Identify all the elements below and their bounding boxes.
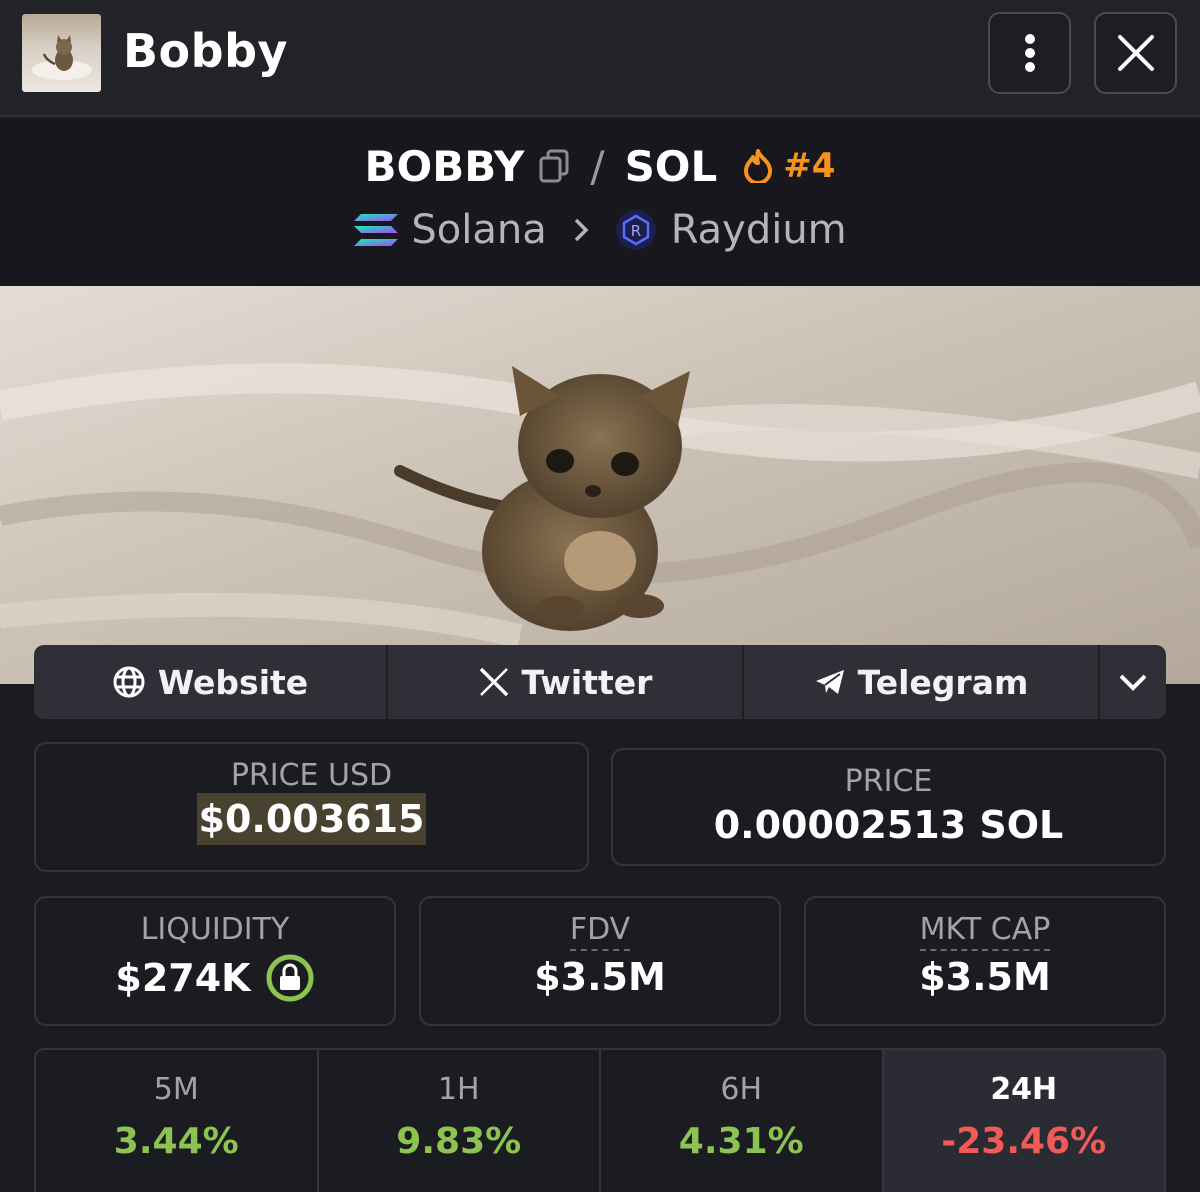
base-token-symbol: BOBBY (364, 141, 525, 191)
close-icon (1117, 35, 1154, 71)
quote-token-symbol: SOL (624, 141, 718, 191)
price-usd-value: $0.003615 (196, 793, 427, 845)
price-usd-card: PRICE USD $0.003615 (34, 742, 589, 872)
svg-text:R: R (631, 222, 641, 240)
website-link[interactable]: Website (34, 645, 388, 719)
chevron-down-icon (1119, 674, 1147, 691)
flame-icon (744, 149, 773, 183)
social-links-bar: Website Twitter Telegram (34, 645, 1166, 719)
price-change-tabs: 5M 3.44% 1H 9.83% 6H 4.31% 24H -23.46% (34, 1048, 1166, 1192)
solana-icon (354, 214, 399, 246)
change-6h-label: 6H (720, 1072, 763, 1107)
pair-info: BOBBY / SOL #4 Solana R Raydium (0, 119, 1200, 286)
change-24h-label: 24H (990, 1072, 1058, 1107)
price-usd-label: PRICE USD (230, 758, 393, 793)
copy-icon[interactable] (538, 149, 570, 183)
chevron-right-icon (574, 218, 589, 242)
telegram-icon (815, 670, 844, 694)
twitter-link[interactable]: Twitter (388, 645, 744, 719)
tab-6h[interactable]: 6H 4.31% (601, 1050, 884, 1192)
x-icon (479, 667, 508, 697)
price-native-value: 0.00002513 SOL (713, 803, 1064, 847)
trending-rank: #4 (783, 146, 836, 186)
change-5m-label: 5M (153, 1072, 199, 1107)
website-label: Website (157, 662, 309, 702)
change-6h-value: 4.31% (678, 1121, 804, 1162)
price-native-card: PRICE 0.00002513 SOL (611, 748, 1166, 866)
telegram-label: Telegram (857, 662, 1029, 702)
twitter-label: Twitter (521, 662, 653, 702)
chain-breadcrumb: Solana R Raydium (0, 202, 1200, 258)
change-24h-value: -23.46% (941, 1121, 1107, 1162)
more-options-button[interactable] (988, 12, 1071, 94)
app-title: Bobby (123, 24, 289, 78)
tab-24h[interactable]: 24H -23.46% (883, 1050, 1164, 1192)
fdv-label[interactable]: FDV (569, 912, 631, 951)
fdv-value: $3.5M (534, 955, 666, 999)
pair-title: BOBBY / SOL #4 (0, 141, 1200, 191)
close-button[interactable] (1094, 12, 1177, 94)
mkt-cap-value: $3.5M (919, 955, 1051, 999)
change-5m-value: 3.44% (113, 1121, 239, 1162)
token-avatar (22, 14, 101, 92)
pair-separator: / (590, 141, 605, 191)
price-native-label: PRICE (844, 764, 933, 799)
change-1h-label: 1H (437, 1072, 480, 1107)
globe-icon (113, 666, 145, 698)
app-header: Bobby (0, 0, 1200, 117)
more-vertical-icon (1024, 34, 1035, 72)
mkt-cap-label[interactable]: MKT CAP (919, 912, 1051, 951)
dex-name[interactable]: Raydium (671, 207, 847, 253)
token-banner-image (0, 286, 1200, 684)
mkt-cap-card: MKT CAP $3.5M (804, 896, 1166, 1026)
fdv-card: FDV $3.5M (419, 896, 781, 1026)
more-links-button[interactable] (1100, 645, 1166, 719)
chain-name[interactable]: Solana (411, 207, 546, 253)
liquidity-label: LIQUIDITY (140, 912, 290, 947)
lock-icon[interactable] (265, 953, 315, 1003)
telegram-link[interactable]: Telegram (744, 645, 1100, 719)
tab-1h[interactable]: 1H 9.83% (319, 1050, 601, 1192)
raydium-icon: R (615, 210, 656, 250)
change-1h-value: 9.83% (396, 1121, 522, 1162)
tab-5m[interactable]: 5M 3.44% (36, 1050, 319, 1192)
liquidity-value: $274K (115, 956, 251, 1000)
liquidity-card: LIQUIDITY $274K (34, 896, 396, 1026)
